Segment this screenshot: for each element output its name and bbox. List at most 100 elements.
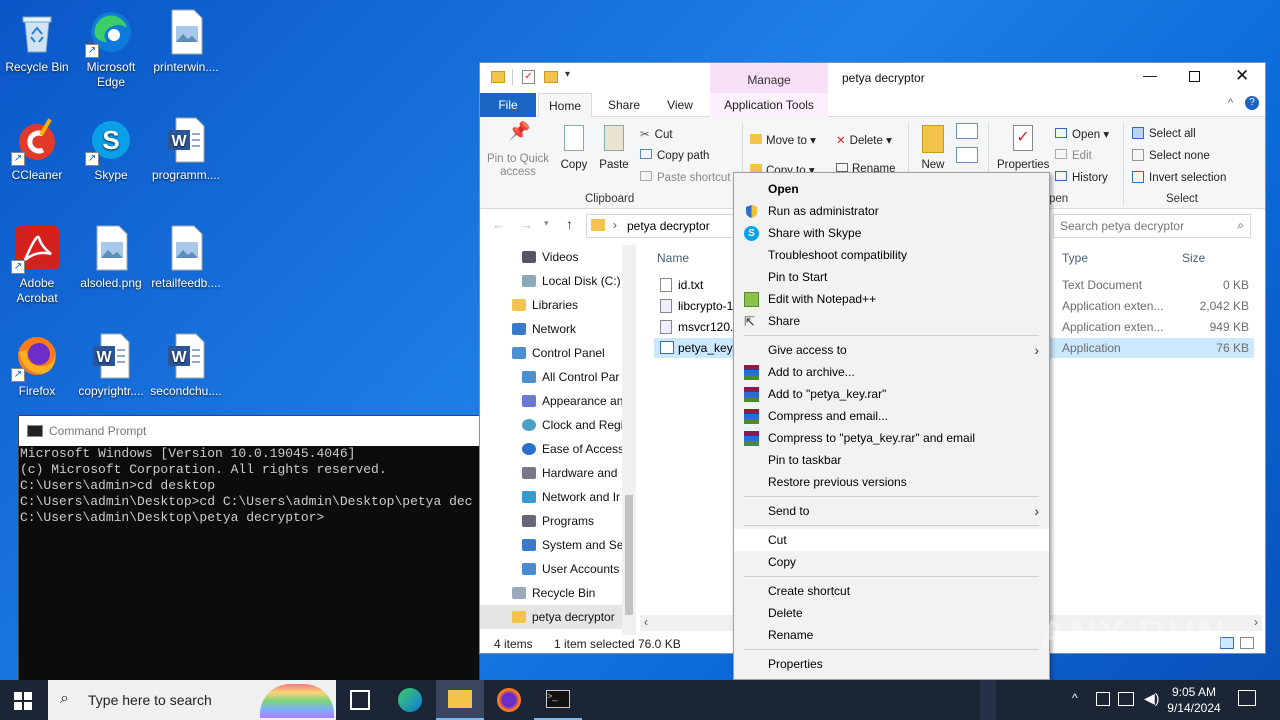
nav-item-hardware[interactable]: Hardware and	[480, 461, 622, 485]
desktop-icon-alsoled[interactable]: alsoled.png	[75, 224, 147, 291]
nav-item-user-accounts[interactable]: User Accounts	[480, 557, 622, 581]
menu-item-create-shortcut[interactable]: Create shortcut	[734, 580, 1049, 602]
nav-item-clock-region[interactable]: Clock and Regi	[480, 413, 622, 437]
scroll-left-icon[interactable]: ‹	[644, 615, 648, 629]
new-folder-qat-icon[interactable]	[544, 71, 558, 83]
notifications-icon[interactable]	[1238, 690, 1256, 706]
edit-button[interactable]: Edit	[1055, 149, 1092, 162]
menu-item-give-access[interactable]: Give access to ›	[734, 339, 1049, 361]
menu-item-restore-versions[interactable]: Restore previous versions	[734, 471, 1049, 493]
clock[interactable]: 9:05 AM 9/14/2024	[1164, 684, 1224, 716]
nav-item-all-control-panel[interactable]: All Control Par	[480, 365, 622, 389]
cmd-output[interactable]: Microsoft Windows [Version 10.0.19045.40…	[19, 446, 479, 526]
nav-scrollbar[interactable]	[622, 245, 636, 635]
nav-item-petya-decryptor[interactable]: petya decryptor	[480, 605, 622, 629]
invert-selection-button[interactable]: Invert selection	[1132, 171, 1226, 184]
nav-item-recycle-bin[interactable]: Recycle Bin	[480, 581, 622, 605]
desktop-icon-printerwin[interactable]: printerwin....	[150, 8, 222, 75]
cmd-titlebar[interactable]: Command Prompt	[19, 416, 479, 446]
pin-quick-access-button[interactable]: 📌 Pin to Quick access	[486, 122, 550, 179]
menu-item-pin-start[interactable]: Pin to Start	[734, 266, 1049, 288]
paste-shortcut-button[interactable]: Paste shortcut	[640, 171, 731, 184]
nav-item-network-internet[interactable]: Network and Ir	[480, 485, 622, 509]
menu-item-open[interactable]: Open	[734, 178, 1049, 200]
tab-view[interactable]: View	[654, 93, 706, 117]
maximize-button[interactable]	[1189, 71, 1200, 82]
search-box[interactable]: Search petya decryptor ⌕	[1053, 214, 1251, 238]
nav-item-ease-of-access[interactable]: Ease of Access	[480, 437, 622, 461]
network-icon[interactable]	[1118, 692, 1134, 706]
minimize-button[interactable]: —	[1143, 67, 1157, 83]
breadcrumb-current[interactable]: petya decryptor	[627, 219, 710, 233]
paste-button[interactable]: Paste	[598, 125, 630, 171]
menu-item-share-skype[interactable]: S Share with Skype	[734, 222, 1049, 244]
select-none-button[interactable]: Select none	[1132, 149, 1210, 162]
nav-item-libraries[interactable]: Libraries	[480, 293, 622, 317]
menu-item-add-archive[interactable]: Add to archive...	[734, 361, 1049, 383]
menu-item-delete[interactable]: Delete	[734, 602, 1049, 624]
properties-qat-icon[interactable]: ✓	[522, 70, 535, 84]
open-button[interactable]: Open ▾	[1055, 127, 1109, 141]
volume-icon[interactable]: ◀)	[1144, 690, 1159, 707]
column-header-name[interactable]: Name	[657, 251, 689, 265]
cut-button[interactable]: ✂ Cut	[640, 127, 673, 141]
column-header-type[interactable]: Type	[1062, 251, 1088, 265]
recent-dropdown-icon[interactable]: ▾	[544, 218, 549, 229]
nav-item-control-panel[interactable]: Control Panel	[480, 341, 622, 365]
nav-item-network[interactable]: Network	[480, 317, 622, 341]
taskbar-search-box[interactable]: ⌕ Type here to search	[48, 680, 336, 720]
menu-item-pin-taskbar[interactable]: Pin to taskbar	[734, 449, 1049, 471]
taskbar-firefox-icon[interactable]	[497, 688, 521, 712]
desktop-icon-secondchu[interactable]: W secondchu....	[150, 332, 222, 399]
desktop-icon-retailfeedb[interactable]: retailfeedb....	[150, 224, 222, 291]
desktop-icon-skype[interactable]: S ↗ Skype	[75, 116, 147, 183]
tab-file[interactable]: File	[480, 93, 536, 117]
scroll-right-icon[interactable]: ›	[1254, 615, 1258, 629]
collapse-ribbon-icon[interactable]: ^	[1228, 97, 1233, 109]
command-prompt-window[interactable]: Command Prompt Microsoft Windows [Versio…	[18, 415, 480, 685]
up-arrow-icon[interactable]: ↑	[566, 216, 573, 232]
task-view-icon[interactable]	[350, 690, 370, 710]
menu-item-copy[interactable]: Copy	[734, 551, 1049, 573]
menu-item-compress-rar-email[interactable]: Compress to "petya_key.rar" and email	[734, 427, 1049, 449]
desktop-icon-ccleaner[interactable]: ↗ CCleaner	[1, 116, 73, 183]
menu-item-troubleshoot[interactable]: Troubleshoot compatibility	[734, 244, 1049, 266]
nav-item-appearance[interactable]: Appearance an	[480, 389, 622, 413]
large-icons-view-icon[interactable]	[1240, 637, 1254, 649]
menu-item-compress-email[interactable]: Compress and email...	[734, 405, 1049, 427]
taskbar-explorer-button[interactable]	[436, 680, 484, 720]
properties-button[interactable]: ✓ Properties	[997, 125, 1049, 171]
copy-button[interactable]: Copy	[558, 125, 590, 171]
menu-item-properties[interactable]: Properties	[734, 653, 1049, 675]
tab-share[interactable]: Share	[596, 93, 652, 117]
menu-item-add-rar[interactable]: Add to "petya_key.rar"	[734, 383, 1049, 405]
easy-access-icon[interactable]	[956, 147, 978, 163]
desktop-icon-edge[interactable]: ↗ Microsoft Edge	[75, 8, 147, 90]
desktop-icon-recycle-bin[interactable]: Recycle Bin	[1, 8, 73, 75]
delete-button[interactable]: ✕ Delete ▾	[836, 133, 892, 147]
tab-application-tools[interactable]: Application Tools	[710, 93, 828, 117]
menu-item-run-as-admin[interactable]: Run as administrator	[734, 200, 1049, 222]
explorer-titlebar[interactable]: ✓ ▾ Manage petya decryptor — ✕	[480, 63, 1265, 93]
qat-dropdown-icon[interactable]: ▾	[565, 69, 570, 80]
close-button[interactable]: ✕	[1235, 66, 1249, 86]
menu-item-send-to[interactable]: Send to ›	[734, 500, 1049, 522]
context-menu[interactable]: Open Run as administrator S Share with Sk…	[733, 172, 1050, 680]
nav-scrollbar-thumb[interactable]	[625, 495, 633, 615]
navigation-pane[interactable]: Videos Local Disk (C:) Libraries Network…	[480, 245, 622, 635]
tray-app-icon[interactable]	[1096, 692, 1110, 706]
desktop-icon-acrobat[interactable]: ↗ Adobe Acrobat	[1, 224, 73, 306]
desktop-icon-programm[interactable]: W programm....	[150, 116, 222, 183]
nav-item-local-disk[interactable]: Local Disk (C:)	[480, 269, 622, 293]
menu-item-cut[interactable]: Cut	[734, 529, 1049, 551]
menu-item-share[interactable]: ⇱ Share	[734, 310, 1049, 332]
start-button[interactable]	[14, 692, 32, 713]
nav-item-videos[interactable]: Videos	[480, 245, 622, 269]
move-to-button[interactable]: Move to ▾	[750, 133, 816, 147]
new-item-icon[interactable]	[956, 123, 978, 139]
nav-item-programs[interactable]: Programs	[480, 509, 622, 533]
copy-path-button[interactable]: Copy path	[640, 149, 709, 162]
forward-arrow-icon[interactable]: →	[520, 217, 533, 232]
show-hidden-icons-chevron-icon[interactable]: ^	[1072, 691, 1078, 705]
back-arrow-icon[interactable]: ←	[492, 217, 505, 232]
